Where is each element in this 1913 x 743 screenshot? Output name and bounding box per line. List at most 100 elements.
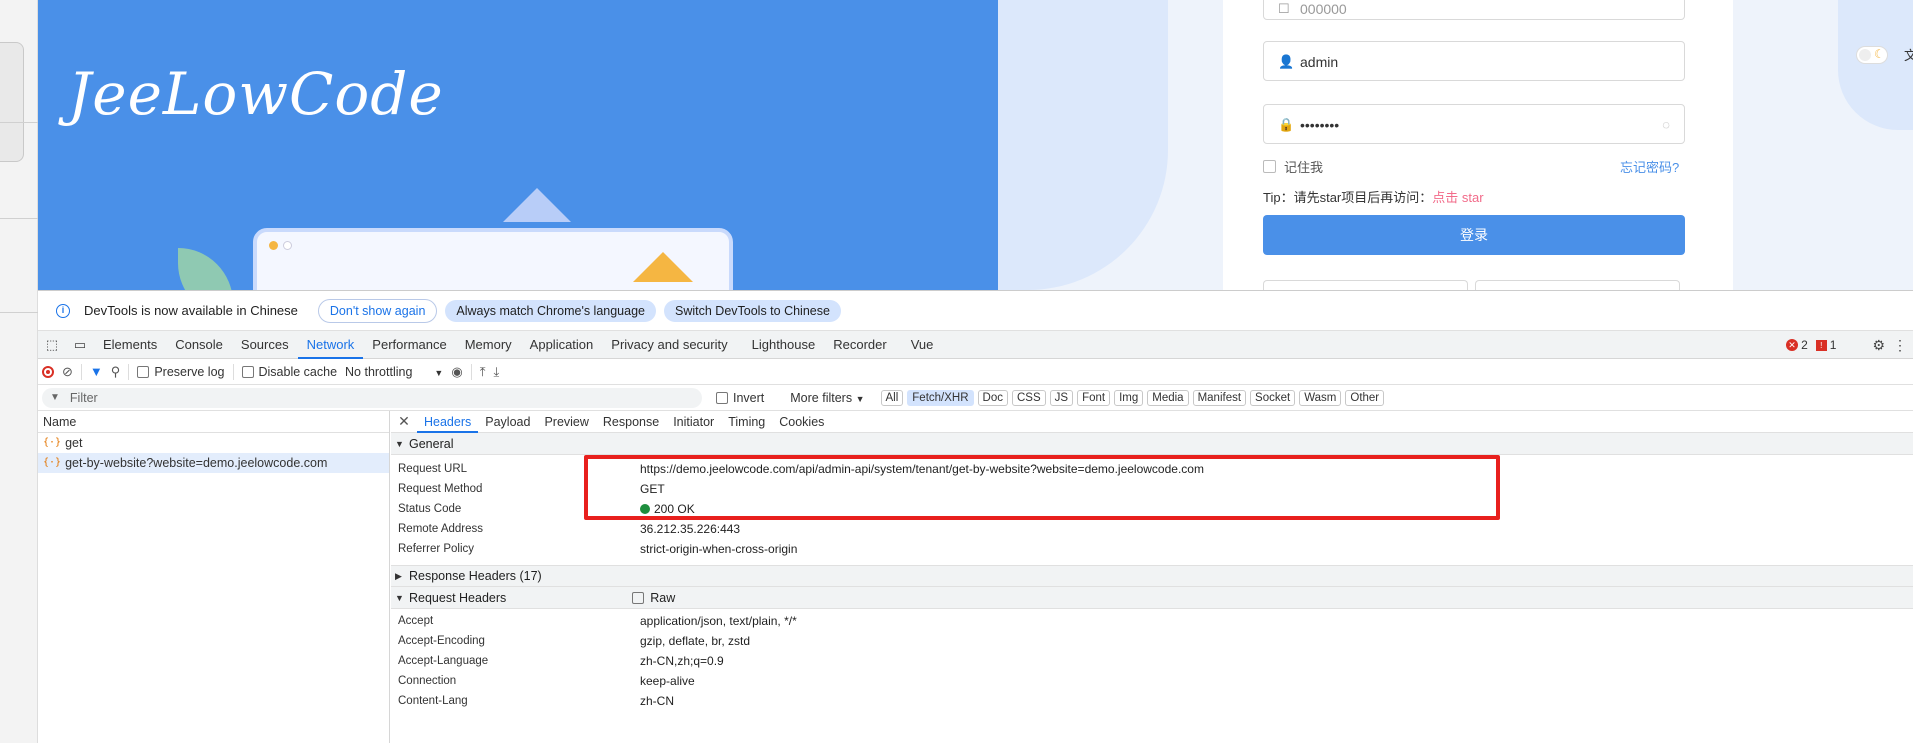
remember-label: 记住我 xyxy=(1284,160,1324,175)
tab-payload[interactable]: Payload xyxy=(478,411,537,433)
filter-media[interactable]: Media xyxy=(1147,389,1189,406)
filter-input[interactable]: ▼ Filter xyxy=(42,387,702,408)
header-key: Referrer Policy xyxy=(398,543,475,555)
always-match-language-button[interactable]: Always match Chrome's language xyxy=(445,299,656,322)
more-filters-label: More filters xyxy=(790,390,853,405)
password-field[interactable]: 🔒 •••••••• ◌ xyxy=(1263,104,1685,144)
login-button[interactable]: 登录 xyxy=(1263,215,1685,255)
tab-console[interactable]: Console xyxy=(166,331,232,359)
name-column-header[interactable]: Name xyxy=(38,411,389,433)
device-toolbar-icon[interactable]: ▭ xyxy=(66,337,94,353)
header-value: gzip, deflate, br, zstd xyxy=(640,634,751,648)
invert-toggle[interactable]: Invert xyxy=(716,391,764,405)
tab-performance[interactable]: Performance xyxy=(363,331,455,359)
username-value: admin xyxy=(1300,54,1339,70)
request-headers-header[interactable]: ▼ Request Headers Raw xyxy=(391,587,1913,609)
divider xyxy=(0,218,38,219)
raw-label: Raw xyxy=(650,590,676,605)
invert-checkbox[interactable] xyxy=(716,391,728,404)
tab-headers[interactable]: Headers xyxy=(417,411,479,433)
switch-to-chinese-button[interactable]: Switch DevTools to Chinese xyxy=(664,299,841,322)
header-key: Accept-Language xyxy=(398,655,489,667)
general-section-header[interactable]: ▼ General xyxy=(391,433,1913,455)
filter-icon: ▼ xyxy=(50,392,60,403)
divider xyxy=(128,363,130,380)
chevron-down-icon: ▼ xyxy=(434,367,444,378)
secondary-button[interactable] xyxy=(1263,280,1468,290)
filter-manifest[interactable]: Manifest xyxy=(1192,389,1247,406)
preserve-log-toggle[interactable]: Preserve log xyxy=(137,364,225,379)
header-key: Remote Address xyxy=(398,523,484,535)
clear-icon[interactable]: ⊘ xyxy=(62,364,73,380)
caret-down-icon: ▼ xyxy=(395,592,404,603)
forgot-password-link[interactable]: 忘记密码? xyxy=(1620,157,1679,176)
filter-js[interactable]: JS xyxy=(1049,389,1074,406)
record-icon[interactable] xyxy=(42,365,54,378)
filter-img[interactable]: Img xyxy=(1114,389,1144,406)
request-headers-title: Request Headers xyxy=(409,590,507,605)
filter-fetch-xhr[interactable]: Fetch/XHR xyxy=(907,389,974,406)
theme-toggle[interactable]: ☾ xyxy=(1856,46,1888,64)
settings-icon[interactable]: ⚙ xyxy=(1872,337,1885,354)
filter-icon[interactable]: ▼ xyxy=(90,364,103,379)
tab-application[interactable]: Application xyxy=(521,331,603,359)
tab-recorder[interactable]: Recorder xyxy=(824,331,895,359)
issues-badge[interactable]: ! 1 xyxy=(1815,338,1836,352)
preserve-log-label: Preserve log xyxy=(154,364,225,379)
star-link[interactable]: 点击 star xyxy=(1432,190,1483,205)
filter-wasm[interactable]: Wasm xyxy=(1299,389,1342,406)
disable-cache-toggle[interactable]: Disable cache xyxy=(241,365,337,379)
upload-icon[interactable]: ⤒ xyxy=(480,364,486,380)
search-icon[interactable]: ⚲ xyxy=(111,364,121,380)
dont-show-again-button[interactable]: Don't show again xyxy=(317,298,438,323)
disable-cache-checkbox[interactable] xyxy=(241,365,254,378)
preserve-log-checkbox[interactable] xyxy=(137,365,150,378)
lock-icon: 🔒 xyxy=(1278,117,1295,132)
throttling-select[interactable]: No throttling ▼ xyxy=(345,365,443,379)
tab-response[interactable]: Response xyxy=(596,411,666,433)
filter-doc[interactable]: Doc xyxy=(977,389,1008,406)
filter-socket[interactable]: Socket xyxy=(1250,389,1296,406)
network-conditions-icon[interactable]: ◉ xyxy=(451,364,462,380)
request-name: get xyxy=(65,436,83,450)
more-filters-dropdown[interactable]: More filters ▼ xyxy=(790,391,864,405)
tab-network[interactable]: Network xyxy=(297,331,364,359)
filter-other[interactable]: Other xyxy=(1345,389,1385,406)
tab-sources[interactable]: Sources xyxy=(232,331,298,359)
login-form: ☐ 000000 👤 admin 🔒 •••••••• ◌ 记住我 忘记密码? … xyxy=(1223,0,1733,290)
tenant-value: 000000 xyxy=(1300,1,1347,17)
login-banner: JeeLowCode xyxy=(38,0,998,290)
raw-toggle[interactable]: Raw xyxy=(632,587,675,609)
filter-font[interactable]: Font xyxy=(1077,389,1111,406)
tab-preview[interactable]: Preview xyxy=(537,411,595,433)
username-field[interactable]: 👤 admin xyxy=(1263,41,1685,81)
tenant-field[interactable]: ☐ 000000 xyxy=(1263,0,1685,20)
more-options-icon[interactable]: ⋮ xyxy=(1893,337,1907,354)
response-headers-header[interactable]: ▶ Response Headers (17) xyxy=(391,565,1913,587)
moon-icon: ☾ xyxy=(1874,47,1885,61)
inspect-element-icon[interactable]: ⬚ xyxy=(38,337,66,353)
filter-css[interactable]: CSS xyxy=(1011,389,1046,406)
remember-me[interactable]: 记住我 xyxy=(1263,157,1323,176)
close-icon[interactable]: ✕ xyxy=(391,413,417,430)
remember-checkbox[interactable] xyxy=(1263,160,1276,173)
tab-cookies[interactable]: Cookies xyxy=(772,411,831,433)
raw-checkbox[interactable] xyxy=(632,591,645,604)
request-row-selected[interactable]: {·} get-by-website?website=demo.jeelowco… xyxy=(38,453,389,473)
tab-initiator[interactable]: Initiator xyxy=(666,411,721,433)
request-row[interactable]: {·} get xyxy=(38,433,389,453)
side-tab[interactable] xyxy=(0,42,24,162)
tab-privacy-security[interactable]: Privacy and security xyxy=(602,331,736,359)
tab-timing[interactable]: Timing xyxy=(721,411,772,433)
filter-all[interactable]: All xyxy=(880,389,904,406)
secondary-button[interactable] xyxy=(1475,280,1680,290)
tab-lighthouse[interactable]: Lighthouse xyxy=(743,331,825,359)
tab-vue[interactable]: Vue xyxy=(902,331,943,359)
download-icon[interactable]: ⤓ xyxy=(493,364,499,380)
errors-badge[interactable]: ✕ 2 xyxy=(1786,338,1808,352)
tab-memory[interactable]: Memory xyxy=(456,331,521,359)
language-switch[interactable]: 文 xyxy=(1904,45,1913,64)
caret-down-icon: ▼ xyxy=(395,438,404,449)
eye-off-icon[interactable]: ◌ xyxy=(1662,117,1670,132)
tab-elements[interactable]: Elements xyxy=(94,331,166,359)
